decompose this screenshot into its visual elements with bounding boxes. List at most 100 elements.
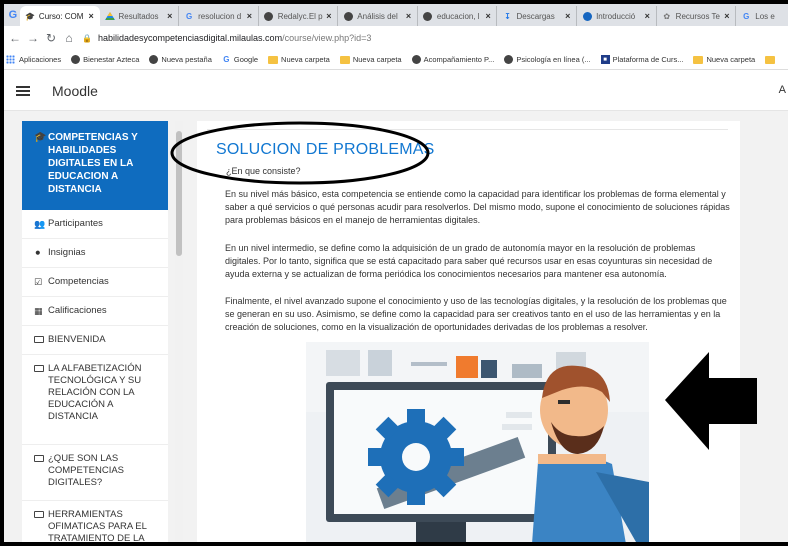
moodle-navbar: Moodle A xyxy=(4,71,788,111)
reload-icon[interactable]: ↻ xyxy=(42,31,60,45)
bookmark-google[interactable]: G Google xyxy=(222,55,258,64)
bookmark-acompanamiento[interactable]: Acompañamiento P... xyxy=(411,55,494,64)
bookmark-folder-4[interactable] xyxy=(765,55,778,64)
bookmark-folder-2[interactable]: Nueva carpeta xyxy=(339,55,402,64)
bookmark-bienestar[interactable]: Bienestar Azteca xyxy=(71,55,139,64)
folder-icon xyxy=(268,55,279,64)
lock-icon[interactable]: 🔒 xyxy=(82,34,92,43)
tab-los[interactable]: G Los e xyxy=(736,6,788,26)
globe-icon xyxy=(582,11,592,21)
url-bar[interactable]: 🔒 habilidadesycompetenciasdigital.milaul… xyxy=(82,29,788,47)
nav-calificaciones[interactable]: ▦ Calificaciones xyxy=(22,297,168,326)
globe-icon xyxy=(264,11,274,21)
right-region xyxy=(740,121,788,542)
nav-section-bienvenida[interactable]: BIENVENIDA xyxy=(22,326,168,355)
close-icon[interactable]: × xyxy=(406,11,414,21)
google-icon[interactable]: G xyxy=(6,4,20,26)
globe-icon xyxy=(149,55,159,64)
apps-icon xyxy=(6,55,15,64)
bookmark-folder-1[interactable]: Nueva carpeta xyxy=(268,55,330,64)
tab-strip: G 🎓 Curso: COM × Resultados × G resoluci… xyxy=(4,4,788,26)
site-brand[interactable]: Moodle xyxy=(52,83,98,99)
url-path: /course/view.php?id=3 xyxy=(282,33,372,43)
tab-title: Descargas xyxy=(516,11,555,21)
bookmark-aplicaciones[interactable]: Aplicaciones xyxy=(6,55,61,64)
bookmarks-bar: Aplicaciones Bienestar Azteca Nueva pest… xyxy=(4,50,788,70)
folder-icon xyxy=(339,55,350,64)
forward-arrow-icon[interactable]: → xyxy=(24,31,42,45)
tab-title: Redalyc.El p xyxy=(277,11,323,21)
bookmark-psicologia[interactable]: Psicología en línea (... xyxy=(504,55,591,64)
bookmark-plataforma[interactable]: ■ Plataforma de Curs... xyxy=(600,55,683,64)
section-icon xyxy=(34,453,48,465)
tab-analisis[interactable]: Análisis del × xyxy=(338,6,418,26)
nav-section-herramientas[interactable]: HERRAMIENTAS OFIMATICAS PARA EL TRATAMIE… xyxy=(22,501,168,542)
globe-icon xyxy=(71,55,81,64)
section-icon xyxy=(34,334,48,346)
close-icon[interactable]: × xyxy=(645,11,653,21)
google-icon: G xyxy=(185,11,193,21)
tab-resultados[interactable]: Resultados × xyxy=(100,6,180,26)
tab-educacion[interactable]: educacion, l × xyxy=(418,6,498,26)
nav-participantes[interactable]: 👥 Participantes xyxy=(22,210,168,239)
browser-window: G 🎓 Curso: COM × Resultados × G resoluci… xyxy=(4,4,788,542)
annotation-oval xyxy=(170,121,430,185)
paragraph-intermediate: En un nivel intermedio, se define como l… xyxy=(225,243,713,280)
tab-title: Introducció xyxy=(596,11,636,21)
paragraph-basic: En su nivel más básico, esta competencia… xyxy=(225,189,730,226)
platform-icon: ■ xyxy=(600,55,610,64)
tab-introduccion[interactable]: Introducció × xyxy=(577,6,657,26)
drive-icon xyxy=(104,11,115,21)
close-icon[interactable]: × xyxy=(485,11,493,21)
menu-icon[interactable] xyxy=(16,85,30,96)
checkbox-icon: ☑ xyxy=(34,277,43,287)
close-icon[interactable]: × xyxy=(89,11,97,21)
navbar-corner-letter[interactable]: A xyxy=(779,84,786,96)
nav-competencias[interactable]: ☑ Competencias xyxy=(22,268,168,297)
tab-title: Curso: COM xyxy=(38,11,84,21)
tab-descargas[interactable]: ↧ Descargas × xyxy=(497,6,578,26)
tab-title: Resultados xyxy=(118,11,159,21)
tab-title: Los e xyxy=(755,11,775,21)
users-icon: 👥 xyxy=(34,219,46,229)
google-icon: G xyxy=(743,11,750,21)
home-icon[interactable]: ⌂ xyxy=(60,31,78,45)
address-row: ← → ↻ ⌂ 🔒 habilidadesycompetenciasdigita… xyxy=(4,26,788,50)
nav-section-competencias-digitales[interactable]: ¿QUE SON LAS COMPETENCIAS DIGITALES? xyxy=(22,445,168,501)
arrow-left-icon xyxy=(665,352,757,450)
close-icon[interactable]: × xyxy=(167,11,175,21)
nav-drawer: 🎓 COMPETENCIAS Y HABILIDADES DIGITALES E… xyxy=(22,121,168,542)
nav-insignias[interactable]: ⚫ Insignias xyxy=(22,239,168,268)
tab-title: resolucion d xyxy=(198,11,242,21)
tab-resolucion[interactable]: G resolucion d × xyxy=(179,6,259,26)
leaf-icon: ✿ xyxy=(663,11,671,21)
section-icon xyxy=(34,509,48,521)
back-arrow-icon[interactable]: ← xyxy=(6,31,24,45)
close-icon[interactable]: × xyxy=(565,11,573,21)
globe-icon xyxy=(411,55,421,64)
bookmark-folder-3[interactable]: Nueva carpeta xyxy=(693,55,755,64)
tab-recursos[interactable]: ✿ Recursos Te × xyxy=(657,6,737,26)
table-icon: ▦ xyxy=(34,306,43,316)
tab-redalyc[interactable]: Redalyc.El p × xyxy=(259,6,339,26)
globe-icon xyxy=(504,55,514,64)
graduation-cap-icon: 🎓 xyxy=(34,132,47,143)
illustration-image xyxy=(306,342,649,542)
close-icon[interactable]: × xyxy=(247,11,255,21)
download-icon: ↧ xyxy=(504,11,511,21)
tab-title: educacion, l xyxy=(436,11,480,21)
drawer-course-link[interactable]: 🎓 COMPETENCIAS Y HABILIDADES DIGITALES E… xyxy=(22,121,168,210)
section-icon xyxy=(34,363,48,375)
google-icon: G xyxy=(223,55,230,64)
globe-icon xyxy=(343,11,353,21)
tab-curso[interactable]: 🎓 Curso: COM × xyxy=(19,6,100,26)
url-domain: habilidadesycompetenciasdigital.milaulas… xyxy=(97,33,283,43)
close-icon[interactable]: × xyxy=(724,11,732,21)
close-icon[interactable]: × xyxy=(326,11,334,21)
folder-icon xyxy=(765,55,776,64)
folder-icon xyxy=(693,55,704,64)
nav-section-alfabetizacion[interactable]: LA ALFABETIZACIÓN TECNOLÓGICA Y SU RELAC… xyxy=(22,355,168,445)
paragraph-advanced: Finalmente, el nivel avanzado supone el … xyxy=(225,296,727,333)
badge-icon: ⚫ xyxy=(34,248,42,258)
bookmark-nueva-pestana[interactable]: Nueva pestaña xyxy=(149,55,212,64)
